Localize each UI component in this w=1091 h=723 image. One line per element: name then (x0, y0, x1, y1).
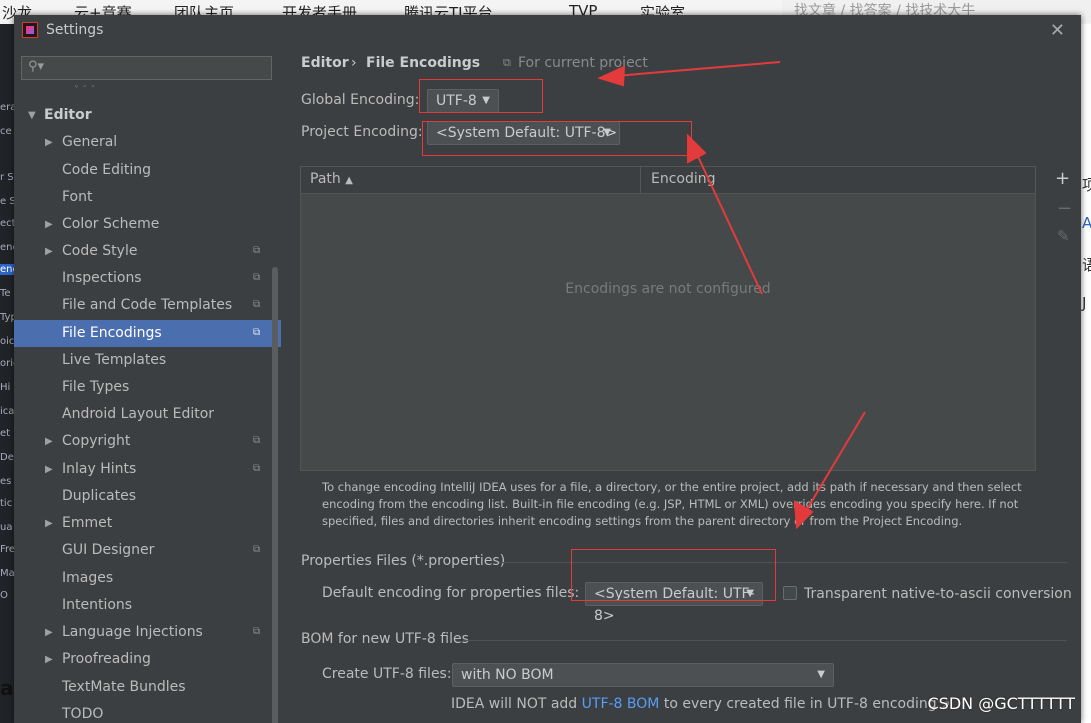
arrowhead-icon (687, 133, 707, 164)
annotation-arrows (597, 61, 866, 530)
annotation-arrow (805, 411, 866, 512)
annotation-arrow (694, 149, 763, 295)
annotation-arrow (614, 61, 781, 77)
csdn-watermark: CSDN @GCTTTTTT (927, 694, 1075, 713)
arrowhead-icon (597, 65, 626, 87)
